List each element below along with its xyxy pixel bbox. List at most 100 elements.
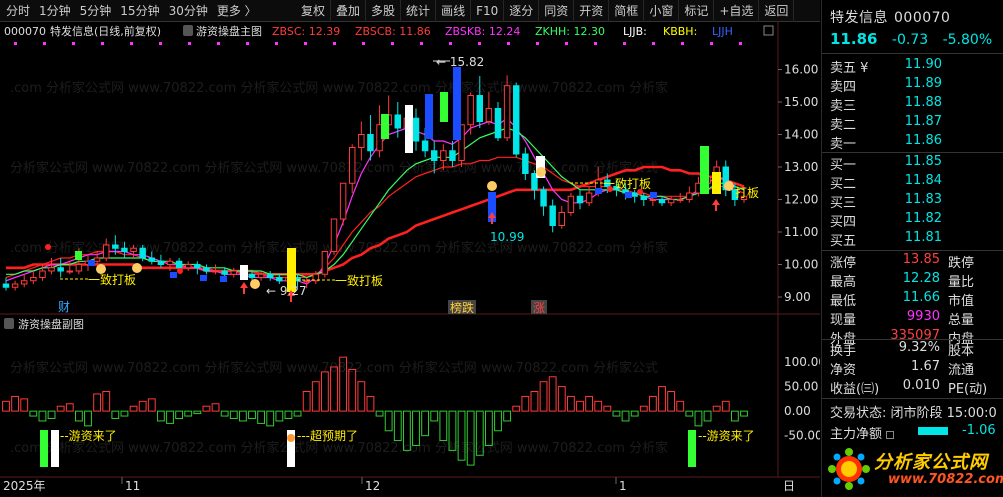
chaoyuqi-label: ---超预期了 xyxy=(297,428,358,443)
money-bag-icon xyxy=(132,263,142,273)
stat-key: 最低 xyxy=(830,294,857,309)
main-flow-label: 主力净额 xyxy=(830,423,895,442)
header-dot xyxy=(101,42,104,45)
multi-stock-button[interactable]: 多股 xyxy=(366,0,402,22)
candle xyxy=(339,182,347,226)
yidaban-label-b: 一致打板 xyxy=(335,274,383,288)
mark-button[interactable]: 标记 xyxy=(679,0,715,22)
stat-key: 流通 xyxy=(948,363,975,378)
header-dot xyxy=(246,42,249,45)
candle-body xyxy=(184,264,192,269)
tab-period-3[interactable]: 15分钟 xyxy=(120,2,159,19)
add-watchlist-button[interactable]: +自选 xyxy=(714,0,760,22)
simple-frame-button[interactable]: 简框 xyxy=(609,0,645,22)
stat-value: 12.28 xyxy=(902,271,940,286)
youzi-label-b: --游资来了 xyxy=(698,429,755,443)
candle-body xyxy=(11,283,19,288)
stat-key: 市值 xyxy=(948,294,975,309)
draw-line-button[interactable]: 画线 xyxy=(436,0,472,22)
stat-key: 股本 xyxy=(948,344,975,359)
cai-label: 财 xyxy=(58,300,70,314)
tab-period-1[interactable]: 1分钟 xyxy=(39,2,71,19)
header-dot xyxy=(304,42,307,45)
ask-label: 卖四 xyxy=(830,80,857,95)
y-tick-label: 9.00 xyxy=(784,290,811,304)
y-tick-label: 11.00 xyxy=(784,225,818,239)
small-window-button[interactable]: 小窗 xyxy=(644,0,680,22)
brand-banner[interactable]: 分析家公式网 www.70822.com xyxy=(822,442,1003,497)
breakout-bar xyxy=(712,172,721,194)
bid-row-2[interactable]: 买二 11.84 xyxy=(830,173,1000,192)
candle-body xyxy=(30,277,37,282)
sub-indicator-name[interactable]: 游资操盘副图 xyxy=(18,317,84,331)
ask-row-5[interactable]: 卖五 ¥ 11.90 xyxy=(830,57,1000,76)
bid-row-3[interactable]: 买三 11.83 xyxy=(830,192,1000,211)
divider xyxy=(822,152,1003,153)
quote-price-row: 11.86 -0.73 -5.80% xyxy=(830,30,992,48)
white-signal-bar xyxy=(240,265,248,280)
period-tabs: 分时 1分钟 5分钟 15分钟 30分钟 更多 〉 xyxy=(0,2,257,19)
stat-value: 9930 xyxy=(906,309,940,324)
blue-dot-marker xyxy=(200,275,207,281)
candle-body xyxy=(440,150,447,161)
bid-row-4[interactable]: 买四 11.82 xyxy=(830,211,1000,230)
statistics-button[interactable]: 统计 xyxy=(401,0,437,22)
by-minute-button[interactable]: 逐分 xyxy=(504,0,540,22)
divider xyxy=(822,53,1003,54)
stat-key: 量比 xyxy=(948,275,975,290)
indicator-settings-icon[interactable] xyxy=(183,25,193,36)
ask-row-1[interactable]: 卖一 11.86 xyxy=(830,133,1000,152)
overlay-button[interactable]: 叠加 xyxy=(331,0,367,22)
header-dot xyxy=(449,42,452,45)
flow-menu-icon[interactable] xyxy=(886,430,895,439)
tab-period-0[interactable]: 分时 xyxy=(6,2,30,19)
candle-body xyxy=(467,95,474,126)
ask-row-2[interactable]: 卖二 11.87 xyxy=(830,114,1000,133)
ask-price: 11.86 xyxy=(904,133,942,148)
yidaban-label-d: 打板 xyxy=(735,186,759,200)
zkhh-value: ZKHH: 12.30 xyxy=(535,25,605,38)
open-fund-button[interactable]: 开资 xyxy=(574,0,610,22)
sub-indicator-settings-icon[interactable] xyxy=(4,318,14,329)
back-button[interactable]: 返回 xyxy=(759,0,795,22)
bid-price: 11.84 xyxy=(904,173,942,188)
green-signal-bar xyxy=(700,146,709,194)
candle-body xyxy=(48,267,55,272)
candle-body xyxy=(102,244,110,259)
main-indicator-name[interactable]: 游资操盘主图 xyxy=(196,24,262,38)
ljjb-value: LJJB: xyxy=(623,25,647,38)
same-fund-button[interactable]: 同资 xyxy=(539,0,575,22)
money-bag-icon xyxy=(724,181,734,191)
blue-dot-marker xyxy=(88,260,95,266)
ask-row-3[interactable]: 卖三 11.88 xyxy=(830,95,1000,114)
y-tick-label: 13.00 xyxy=(784,160,818,174)
header-dot xyxy=(362,42,365,45)
f10-button[interactable]: F10 xyxy=(471,0,505,22)
fuquan-button[interactable]: 复权 xyxy=(296,0,332,22)
candle-body xyxy=(148,257,156,262)
sub-y-tick-label: -50.00 xyxy=(784,429,820,443)
tab-period-more[interactable]: 更多 〉 xyxy=(217,2,257,19)
candle-body xyxy=(194,264,201,269)
zhang-label: 涨 xyxy=(533,300,545,315)
kline-chart[interactable]: .com 分析家公式网 www.70822.com 分析家公式网 www.708… xyxy=(0,22,820,497)
bid-row-1[interactable]: 买一 11.85 xyxy=(830,154,1000,173)
low-price-label-a: ← 9.27 xyxy=(266,284,307,298)
bid-row-5[interactable]: 买五 11.81 xyxy=(830,230,1000,249)
candle xyxy=(567,193,575,216)
candle-body xyxy=(540,189,547,207)
date-label-dec: 12 xyxy=(365,479,380,493)
candle-body xyxy=(367,134,374,152)
header-dot xyxy=(623,42,626,45)
header-dot xyxy=(507,42,510,45)
tab-period-4[interactable]: 30分钟 xyxy=(169,2,208,19)
ask-row-4[interactable]: 卖四 11.89 xyxy=(830,76,1000,95)
stat-row-low: 最低 11.66 市值 xyxy=(830,290,1003,309)
candle-body xyxy=(649,199,657,201)
candle-body xyxy=(212,270,219,273)
candle-body xyxy=(221,270,228,275)
tab-period-2[interactable]: 5分钟 xyxy=(80,2,112,19)
candle-body xyxy=(503,85,511,139)
trade-state-label: 交易状态: xyxy=(830,406,887,421)
stat-key: 现量 xyxy=(830,313,857,328)
